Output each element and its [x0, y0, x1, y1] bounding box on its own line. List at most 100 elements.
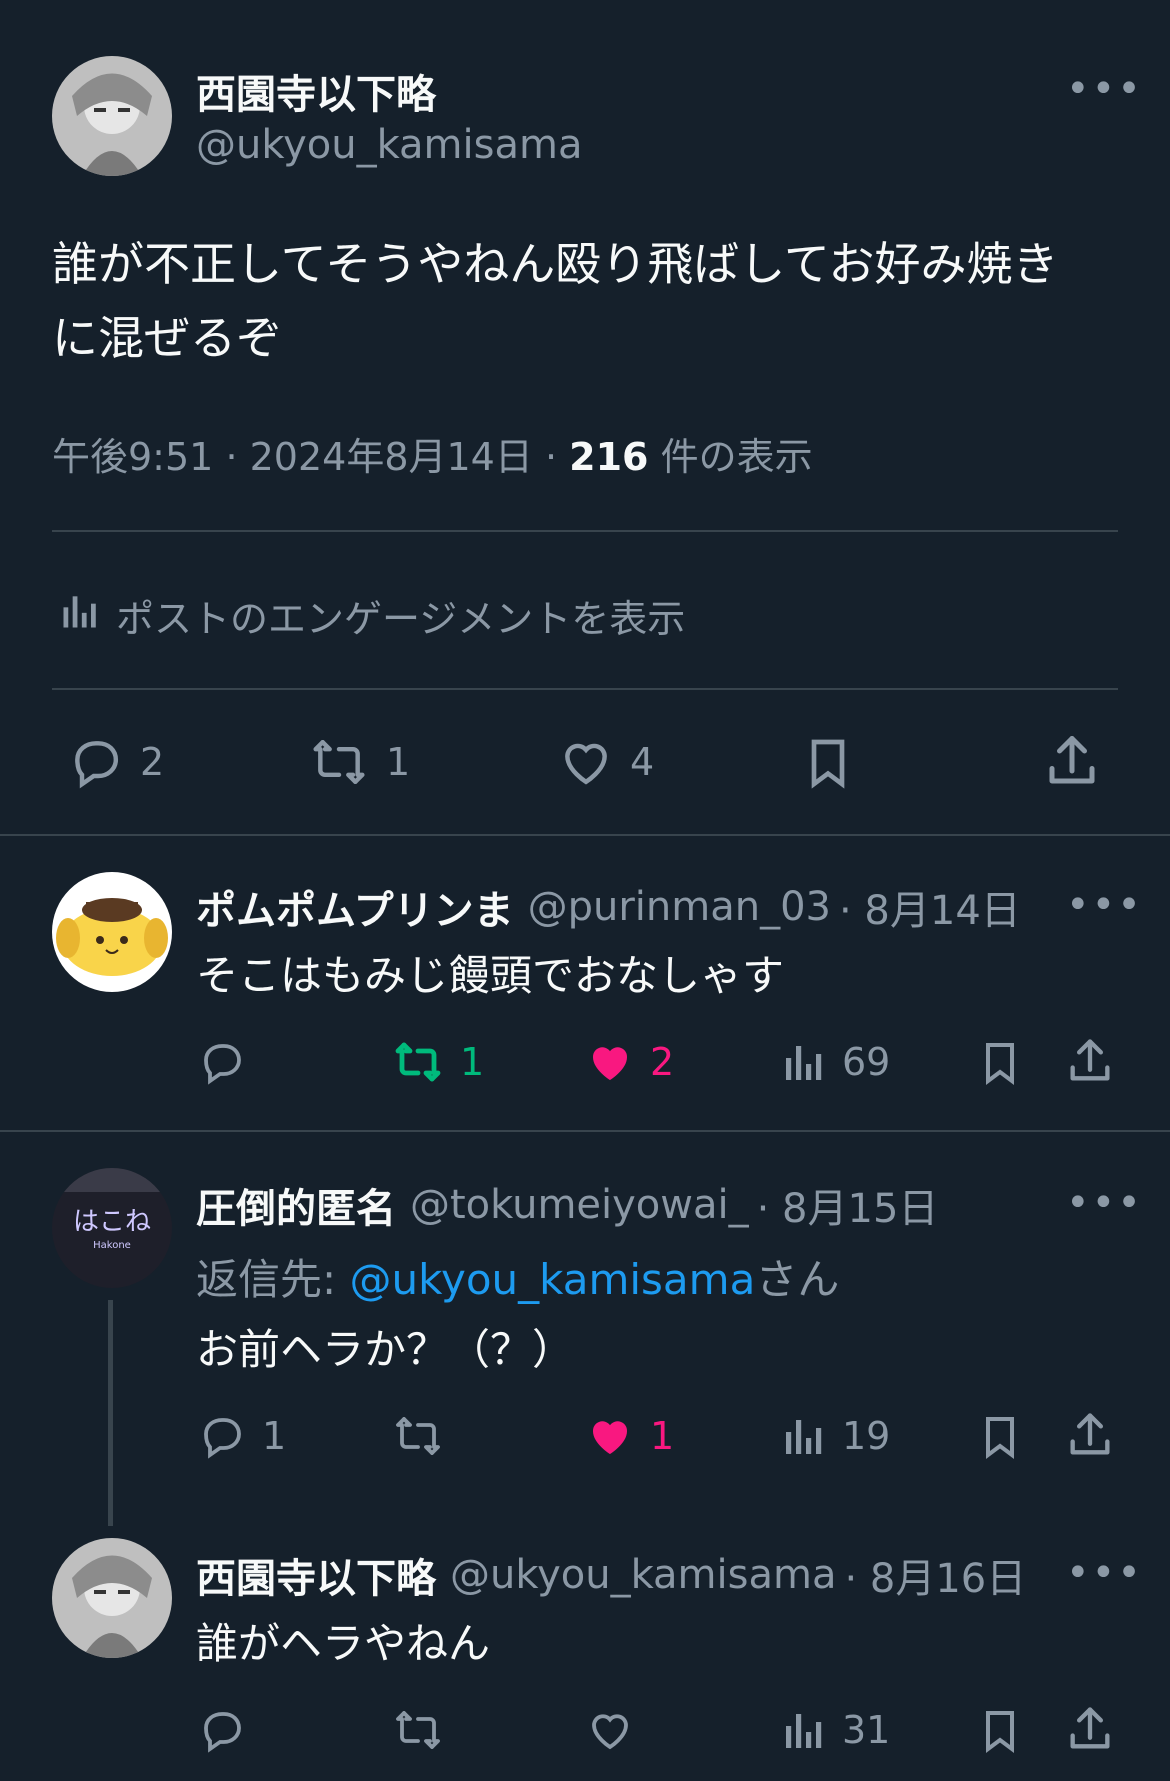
share-icon — [1064, 1034, 1116, 1088]
share-button[interactable] — [1064, 1702, 1116, 1756]
author-name[interactable]: 西園寺以下略 — [196, 62, 436, 120]
views-count: 19 — [842, 1414, 891, 1458]
repost-button[interactable]: 1 — [390, 1038, 484, 1086]
divider — [52, 688, 1118, 690]
analytics-icon — [58, 589, 102, 642]
like-button[interactable]: 4 — [556, 734, 654, 790]
bookmark-button[interactable] — [976, 1036, 1024, 1090]
divider — [52, 530, 1118, 532]
reply-button[interactable]: 2 — [66, 734, 164, 790]
reply-icon — [66, 734, 126, 790]
reply-text: そこはもみじ饅頭でおなしゃす — [196, 951, 785, 1000]
bookmark-icon — [976, 1704, 1024, 1758]
like-button[interactable]: 2 — [584, 1038, 674, 1086]
reply-icon — [196, 1412, 248, 1460]
thread-line — [108, 1300, 113, 1526]
more-icon[interactable]: ••• — [1066, 1550, 1143, 1596]
repost-icon — [390, 1412, 446, 1460]
post-date[interactable]: · 8月16日 — [844, 1546, 1026, 1604]
reply-button[interactable] — [196, 1038, 262, 1086]
views-count: 31 — [842, 1708, 891, 1752]
author-name[interactable]: 西園寺以下略 — [196, 1546, 436, 1604]
like-button[interactable]: 1 — [584, 1412, 674, 1460]
post-meta: 午後9:51 · 2024年8月14日 · 216 件の表示 — [52, 426, 813, 481]
like-button[interactable] — [584, 1706, 650, 1754]
views-count: 216 — [569, 435, 649, 479]
engagement-label: ポストのエンゲージメントを表示 — [116, 597, 686, 641]
analytics-icon — [780, 1038, 828, 1086]
avatar-main-post[interactable] — [52, 56, 172, 176]
reply-count: 2 — [140, 740, 165, 784]
engagement-link[interactable]: ポストのエンゲージメントを表示 — [58, 588, 685, 643]
repost-button[interactable]: 1 — [306, 734, 410, 790]
reply-button[interactable] — [196, 1706, 262, 1754]
analytics-icon — [780, 1706, 828, 1754]
avatar-subtext: Hakone — [93, 1240, 131, 1251]
repost-button[interactable] — [390, 1412, 460, 1460]
avatar-text: はこね — [73, 1207, 151, 1237]
post-date[interactable]: · 8月15日 — [757, 1176, 939, 1234]
share-icon — [1064, 1702, 1116, 1756]
avatar-reply-3[interactable] — [52, 1538, 172, 1658]
divider — [0, 1130, 1170, 1132]
like-icon — [584, 1038, 636, 1086]
like-count: 4 — [630, 740, 655, 784]
share-button[interactable] — [1042, 730, 1102, 792]
repost-count: 1 — [460, 1040, 485, 1084]
share-icon — [1064, 1408, 1116, 1462]
share-button[interactable] — [1064, 1034, 1116, 1088]
bookmark-button[interactable] — [976, 1704, 1024, 1758]
reply-button[interactable]: 1 — [196, 1412, 286, 1460]
author-name[interactable]: ポムポムプリンま — [196, 878, 514, 936]
like-count: 2 — [650, 1040, 675, 1084]
author-name[interactable]: 圧倒的匿名 — [196, 1176, 396, 1234]
post-time[interactable]: 午後9:51 — [52, 435, 213, 479]
post-date[interactable]: 2024年8月14日 — [250, 435, 533, 479]
bookmark-icon — [976, 1036, 1024, 1090]
replying-to: 返信先: @ukyou_kamisamaさん — [196, 1246, 839, 1307]
meta-separator: · — [225, 435, 238, 479]
bookmark-button[interactable] — [800, 732, 856, 794]
author-handle[interactable]: @tokumeiyowai_ — [410, 1182, 749, 1228]
bookmark-icon — [976, 1410, 1024, 1464]
views-button[interactable]: 19 — [780, 1412, 890, 1460]
replying-suffix: さん — [755, 1255, 840, 1304]
repost-button[interactable] — [390, 1706, 460, 1754]
repost-icon — [306, 734, 372, 790]
replying-prefix: 返信先: — [196, 1255, 350, 1304]
post-text-line-2: に混ぜるぞ — [52, 311, 282, 365]
views-label: 件の表示 — [660, 435, 813, 479]
bookmark-icon — [800, 732, 856, 794]
reply-1-header: ポムポムプリンま @purinman_03 · 8月14日 — [196, 878, 1066, 936]
repost-count: 1 — [386, 740, 411, 784]
like-icon — [556, 734, 616, 790]
avatar-reply-2[interactable]: はこね Hakone — [52, 1168, 172, 1288]
reply-text: 誰がヘラやねん — [196, 1619, 491, 1668]
post-text-line-1: 誰が不正してそうやねん殴り飛ばしてお好み焼き — [52, 237, 1059, 291]
divider — [0, 834, 1170, 836]
more-icon[interactable]: ••• — [1066, 882, 1143, 928]
reply-3-header: 西園寺以下略 @ukyou_kamisama · 8月16日 — [196, 1546, 1066, 1604]
meta-separator: · — [544, 435, 558, 479]
reply-icon — [196, 1038, 248, 1086]
reply-icon — [196, 1706, 248, 1754]
bookmark-button[interactable] — [976, 1410, 1024, 1464]
avatar-reply-1[interactable] — [52, 872, 172, 992]
more-icon[interactable]: ••• — [1066, 66, 1143, 112]
share-button[interactable] — [1064, 1408, 1116, 1462]
author-handle[interactable]: @purinman_03 — [528, 884, 831, 930]
repost-icon — [390, 1706, 446, 1754]
reply-2-header: 圧倒的匿名 @tokumeiyowai_ · 8月15日 — [196, 1176, 1066, 1234]
author-handle[interactable]: @ukyou_kamisama — [450, 1552, 836, 1598]
like-count: 1 — [650, 1414, 675, 1458]
views-button[interactable]: 69 — [780, 1038, 890, 1086]
like-icon — [584, 1412, 636, 1460]
more-icon[interactable]: ••• — [1066, 1180, 1143, 1226]
replying-handle-link[interactable]: @ukyou_kamisama — [350, 1255, 756, 1304]
post-date[interactable]: · 8月14日 — [839, 878, 1021, 936]
repost-icon — [390, 1038, 446, 1086]
reply-count: 1 — [262, 1414, 287, 1458]
author-handle[interactable]: @ukyou_kamisama — [196, 122, 582, 168]
views-button[interactable]: 31 — [780, 1706, 890, 1754]
share-icon — [1042, 730, 1102, 792]
